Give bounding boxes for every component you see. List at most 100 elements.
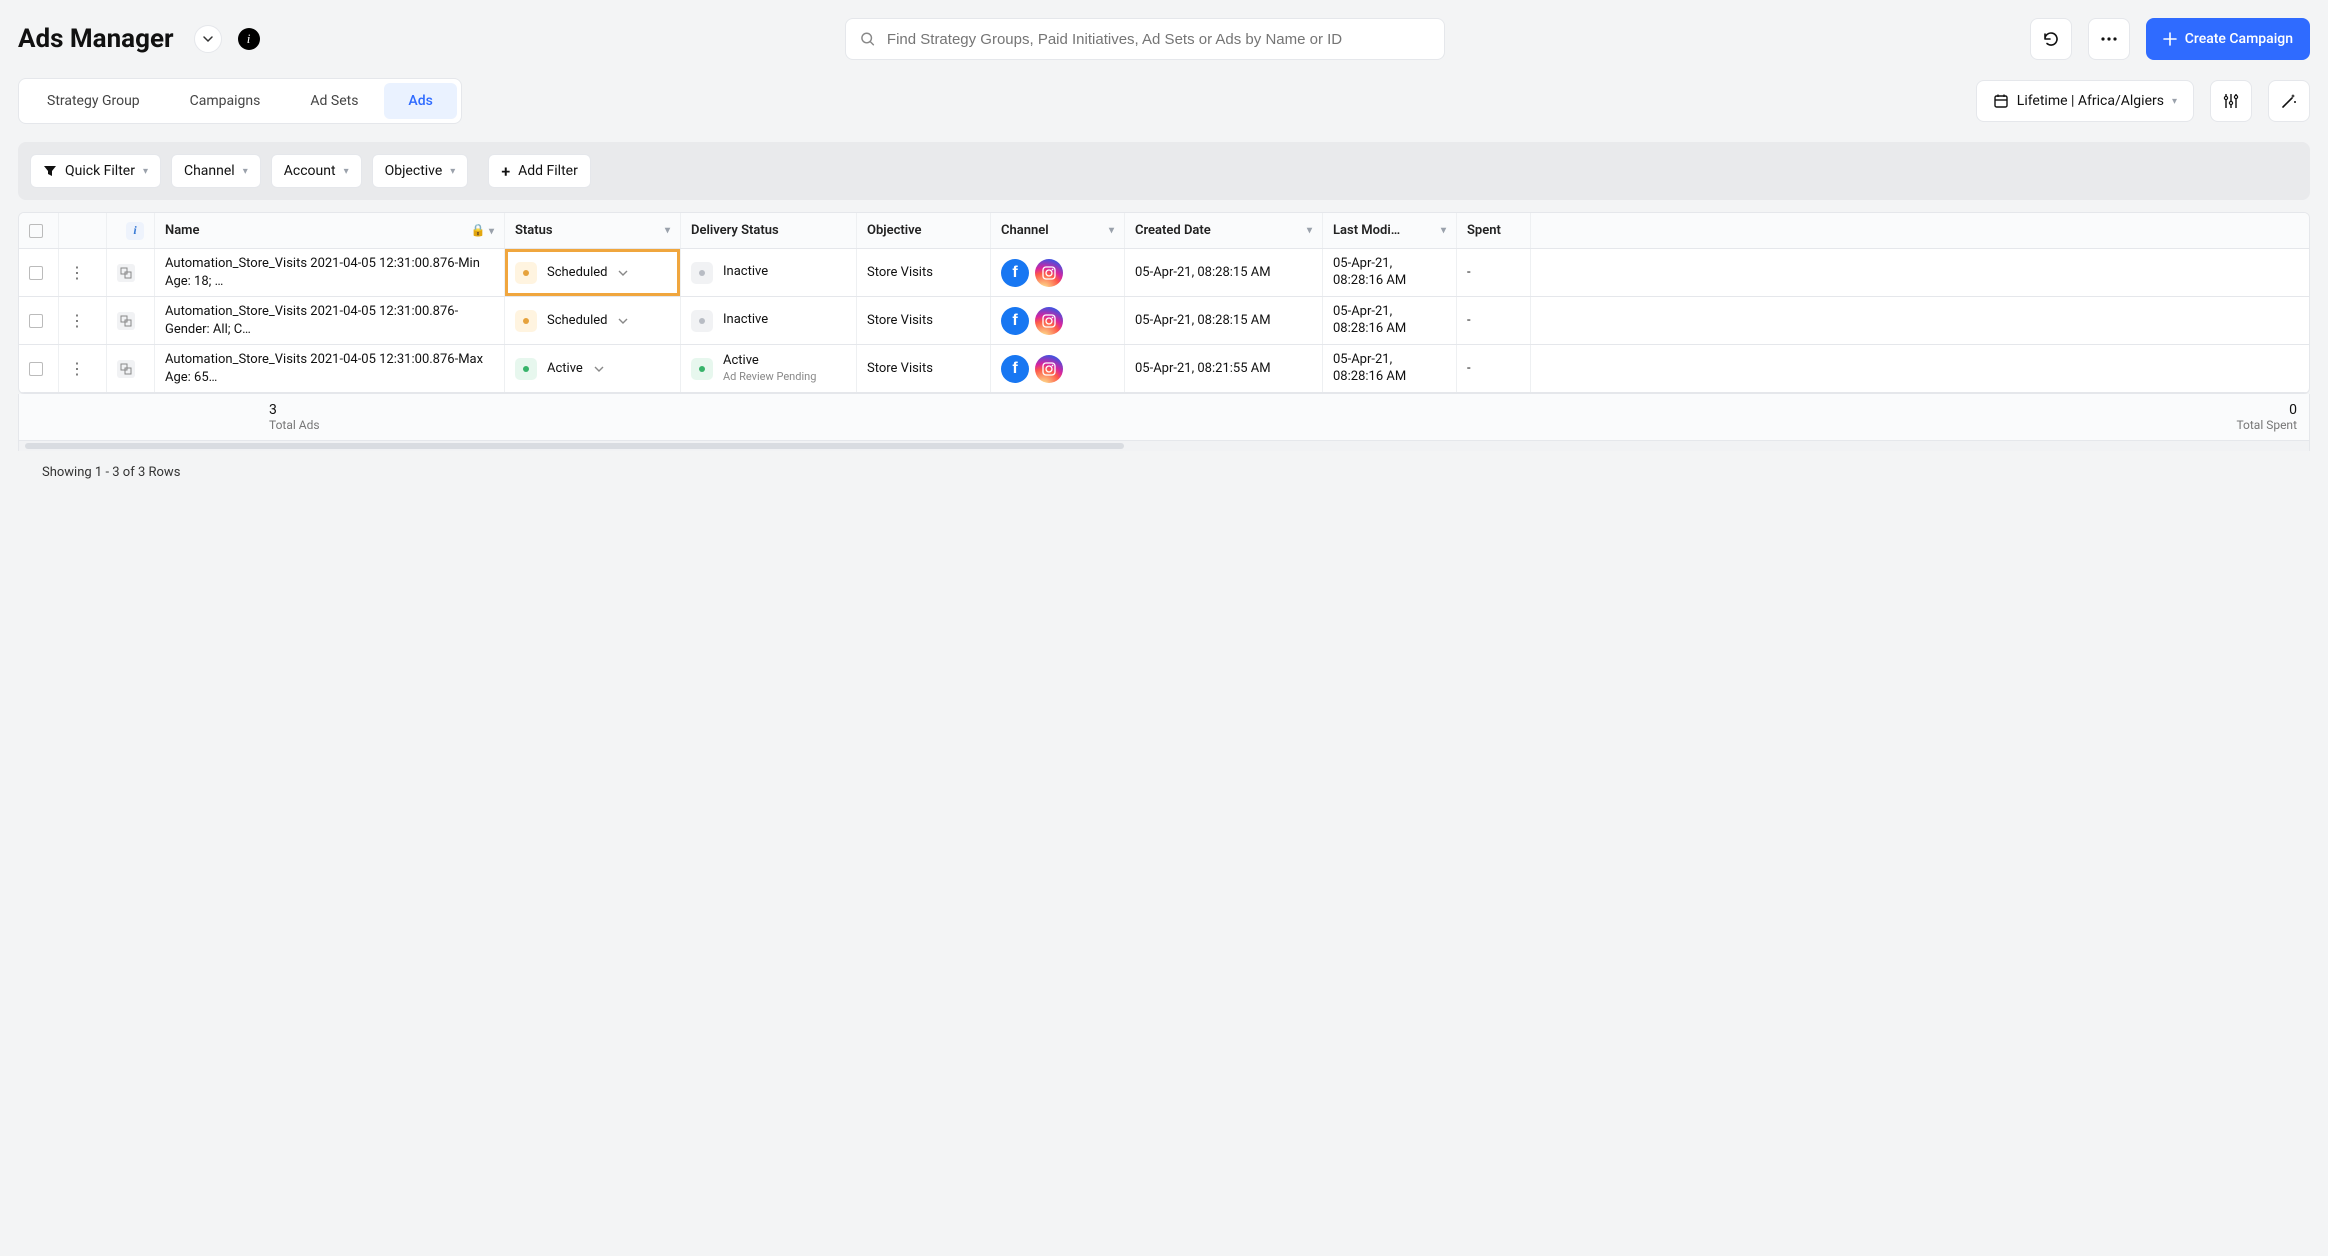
- col-channel[interactable]: Channel: [1001, 223, 1049, 238]
- calendar-icon: [1993, 93, 2009, 109]
- row-checkbox[interactable]: [29, 362, 43, 376]
- chevron-down-icon: ▾: [344, 166, 349, 177]
- lock-icon: 🔒: [471, 223, 486, 237]
- row-name: Automation_Store_Visits 2021-04-05 12:31…: [165, 255, 494, 290]
- tab-strategy-group[interactable]: Strategy Group: [23, 83, 164, 119]
- instagram-icon: [1035, 259, 1063, 287]
- search-input-wrap[interactable]: [845, 18, 1445, 60]
- col-status[interactable]: Status: [515, 223, 553, 238]
- facebook-icon: f: [1001, 355, 1029, 383]
- status-select[interactable]: Scheduled: [515, 262, 629, 284]
- status-label: Scheduled: [547, 265, 607, 280]
- table-row[interactable]: ⋮ Automation_Store_Visits 2021-04-05 12:…: [19, 297, 2309, 345]
- row-menu-button[interactable]: ⋮: [69, 311, 85, 330]
- select-all-checkbox[interactable]: [29, 224, 43, 238]
- spent-value: -: [1467, 313, 1471, 328]
- wand-icon: [2280, 92, 2298, 110]
- objective-label: Store Visits: [867, 265, 933, 280]
- refresh-button[interactable]: [2030, 18, 2072, 60]
- row-type-icon: [117, 264, 135, 282]
- delivery-label: Active: [723, 353, 816, 370]
- status-label: Scheduled: [547, 313, 607, 328]
- row-type-icon: [117, 360, 135, 378]
- row-name: Automation_Store_Visits 2021-04-05 12:31…: [165, 351, 494, 386]
- instagram-icon: [1035, 355, 1063, 383]
- table-row[interactable]: ⋮ Automation_Store_Visits 2021-04-05 12:…: [19, 249, 2309, 297]
- plus-icon: [2163, 32, 2177, 46]
- filter-objective[interactable]: Objective▾: [372, 154, 469, 188]
- delivery-label: Inactive: [723, 264, 768, 281]
- tab-bar: Strategy GroupCampaignsAd SetsAds: [18, 78, 462, 124]
- instagram-icon: [1035, 307, 1063, 335]
- facebook-icon: f: [1001, 307, 1029, 335]
- modified-date: 05-Apr-21,08:28:16 AM: [1333, 256, 1406, 290]
- status-label: Active: [547, 361, 583, 376]
- chevron-down-icon: ▾: [243, 166, 248, 177]
- add-filter-label: Add Filter: [518, 163, 578, 179]
- sliders-icon: [2222, 92, 2240, 110]
- tab-ads[interactable]: Ads: [384, 83, 456, 119]
- date-range-selector[interactable]: Lifetime | Africa/Algiers ▾: [1976, 80, 2194, 122]
- info-icon[interactable]: i: [238, 28, 260, 50]
- add-filter-button[interactable]: + Add Filter: [488, 154, 591, 188]
- filter-bar: Quick Filter ▾ Channel▾ Account▾ Objective…: [18, 142, 2310, 200]
- sort-icon[interactable]: ▾: [665, 225, 670, 236]
- objective-label: Store Visits: [867, 313, 933, 328]
- delivery-sub: Ad Review Pending: [723, 370, 816, 384]
- search-input[interactable]: [885, 30, 1430, 49]
- info-icon[interactable]: i: [126, 222, 144, 240]
- spent-value: -: [1467, 361, 1471, 376]
- quick-filter-button[interactable]: Quick Filter ▾: [30, 154, 161, 188]
- row-menu-button[interactable]: ⋮: [69, 263, 85, 282]
- objective-label: Store Visits: [867, 361, 933, 376]
- tab-campaigns[interactable]: Campaigns: [166, 83, 285, 119]
- sort-icon[interactable]: ▾: [1109, 225, 1114, 236]
- col-modified[interactable]: Last Modi…: [1333, 223, 1400, 238]
- search-icon: [860, 31, 875, 47]
- refresh-icon: [2042, 30, 2060, 48]
- pager-text: Showing 1 - 3 of 3 Rows: [18, 451, 2310, 494]
- facebook-icon: f: [1001, 259, 1029, 287]
- col-name[interactable]: Name: [165, 223, 199, 238]
- filter-channel[interactable]: Channel▾: [171, 154, 261, 188]
- chevron-down-icon: ▾: [2172, 96, 2177, 107]
- row-name: Automation_Store_Visits 2021-04-05 12:31…: [165, 303, 494, 338]
- chevron-down-icon: [617, 315, 629, 327]
- row-checkbox[interactable]: [29, 314, 43, 328]
- columns-settings-button[interactable]: [2210, 80, 2252, 122]
- more-button[interactable]: [2088, 18, 2130, 60]
- total-ads-value: 3: [269, 402, 320, 418]
- chevron-down-icon: ▾: [143, 166, 148, 177]
- sort-icon[interactable]: ▾: [1307, 225, 1312, 236]
- table-row[interactable]: ⋮ Automation_Store_Visits 2021-04-05 12:…: [19, 345, 2309, 393]
- sort-icon[interactable]: ▾: [1441, 225, 1446, 236]
- sort-icon[interactable]: ▾: [489, 226, 494, 237]
- create-campaign-label: Create Campaign: [2185, 31, 2293, 47]
- magic-button[interactable]: [2268, 80, 2310, 122]
- filter-account[interactable]: Account▾: [271, 154, 362, 188]
- title-dropdown[interactable]: [194, 25, 222, 53]
- status-select[interactable]: Active: [515, 358, 605, 380]
- dots-icon: [2100, 36, 2118, 42]
- col-delivery[interactable]: Delivery Status: [691, 223, 779, 238]
- delivery-label: Inactive: [723, 312, 768, 329]
- create-campaign-button[interactable]: Create Campaign: [2146, 18, 2310, 60]
- col-spent[interactable]: Spent: [1467, 223, 1501, 238]
- horizontal-scrollbar[interactable]: [18, 441, 2310, 451]
- col-objective[interactable]: Objective: [867, 223, 922, 238]
- chevron-down-icon: [593, 363, 605, 375]
- status-select[interactable]: Scheduled: [515, 310, 629, 332]
- col-created[interactable]: Created Date: [1135, 223, 1211, 238]
- row-checkbox[interactable]: [29, 266, 43, 280]
- row-menu-button[interactable]: ⋮: [69, 359, 85, 378]
- totals-row: 3 Total Ads 0 Total Spent: [18, 394, 2310, 441]
- tab-ad-sets[interactable]: Ad Sets: [286, 83, 382, 119]
- created-date: 05-Apr-21, 08:28:15 AM: [1135, 313, 1271, 328]
- quick-filter-label: Quick Filter: [65, 163, 135, 179]
- modified-date: 05-Apr-21,08:28:16 AM: [1333, 304, 1406, 338]
- chevron-down-icon: [617, 267, 629, 279]
- created-date: 05-Apr-21, 08:28:15 AM: [1135, 265, 1271, 280]
- plus-icon: +: [501, 162, 510, 181]
- total-spent-value: 0: [2236, 402, 2297, 418]
- date-range-label: Lifetime | Africa/Algiers: [2017, 93, 2164, 109]
